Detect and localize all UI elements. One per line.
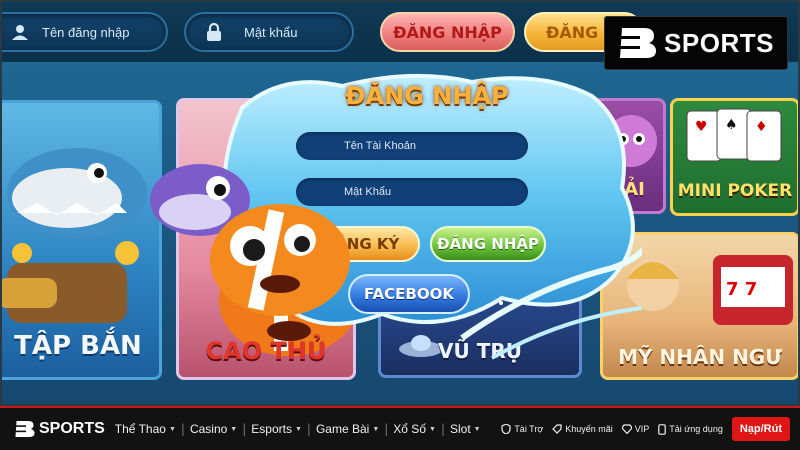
game-label: MINI POKER [677, 181, 793, 201]
login-button[interactable]: ĐĂNG NHẬP [430, 226, 546, 262]
svg-text:♥: ♥ [695, 119, 708, 135]
password-placeholder: Mật khẩu [244, 24, 298, 40]
phone-icon [658, 423, 667, 435]
fish-mascots [150, 164, 350, 316]
chevron-down-icon: ▼ [429, 425, 436, 433]
header-login-button[interactable]: ĐĂNG NHẬP [380, 12, 515, 52]
user-icon [10, 22, 30, 42]
nav-label: Casino [189, 422, 228, 436]
main-nav: Thể Thao ▼ | Casino ▼ | Esports ▼ | Game Bà… [115, 422, 481, 436]
lock-icon [204, 22, 224, 42]
modal-title: ĐĂNG NHẬP [345, 82, 509, 110]
deposit-withdraw-button[interactable]: Nạp/Rút [731, 417, 790, 441]
footer-logo-name: SPORTS [39, 420, 105, 437]
svg-text:7 7: 7 7 [726, 279, 757, 300]
nav-item-game-bai[interactable]: Game Bài ▼ [316, 422, 379, 436]
b-logo-icon [618, 28, 657, 58]
chevron-down-icon: ▼ [473, 425, 481, 433]
username-input[interactable]: Tên đăng nhập [0, 12, 168, 52]
right-links: Tài Trợ Khuyến mãi VIP Tải ứng dụng Nạp/… [501, 408, 790, 450]
nav-item-xo-so[interactable]: Xổ Số ▼ [393, 422, 436, 436]
facebook-login-button[interactable]: FACEBOOK [348, 274, 470, 314]
chevron-down-icon: ▼ [372, 425, 380, 433]
bottom-nav-bar: SPORTS Thể Thao ▼ | Casino ▼ | Esports ▼ | … [0, 406, 800, 450]
nav-separator: | [180, 422, 185, 436]
link-tai-tro[interactable]: Tài Trợ [501, 424, 543, 434]
chevron-down-icon: ▼ [294, 425, 302, 433]
password-input[interactable]: Mật khẩu [184, 12, 354, 52]
nav-label: Thể Thao [114, 422, 166, 436]
link-tai-ung-dung[interactable]: Tải ứng dụng [658, 423, 723, 435]
footer-logo[interactable]: SPORTS [14, 420, 105, 438]
svg-text:♠: ♠ [725, 117, 738, 133]
chevron-down-icon: ▼ [168, 425, 176, 433]
game-label: TẬP BẮN [14, 331, 142, 361]
nav-label: Game Bài [315, 422, 370, 436]
link-khuyen-mai[interactable]: Khuyến mãi [552, 424, 613, 434]
game-card-mini-poker[interactable]: ♥ ♠ ♦ MINI POKER [670, 98, 800, 216]
b-logo-icon [14, 421, 35, 437]
nav-separator: | [242, 422, 247, 436]
game-frame: TẬP BẮN CAO THỦ VŨ TRỤ HẢI ♥ ♠ ♦ MINI PO… [0, 0, 800, 406]
game-card-tap-ban[interactable]: TẬP BẮN [0, 100, 162, 380]
nav-label: Slot [449, 422, 471, 436]
link-label: Khuyến mãi [565, 424, 613, 434]
nav-label: Esports [251, 422, 292, 436]
nav-item-slot[interactable]: Slot ▼ [450, 422, 481, 436]
nav-item-esports[interactable]: Esports ▼ [251, 422, 302, 436]
shield-icon [501, 424, 511, 434]
link-label: Tài Trợ [514, 424, 544, 434]
nav-separator: | [306, 422, 311, 436]
tag-icon [552, 424, 562, 434]
link-vip[interactable]: VIP [621, 424, 650, 434]
username-placeholder: Tên đăng nhập [42, 24, 130, 40]
link-label: Tải ứng dụng [669, 424, 723, 434]
svg-text:♦: ♦ [755, 119, 768, 135]
chevron-down-icon: ▼ [230, 425, 238, 433]
brand-logo: SPORTS [604, 16, 788, 70]
nav-label: Xổ Số [393, 422, 426, 436]
diamond-icon [621, 424, 632, 434]
nav-separator: | [384, 422, 389, 436]
brand-name: SPORTS [664, 27, 774, 58]
nav-item-casino[interactable]: Casino ▼ [190, 422, 237, 436]
link-label: VIP [634, 424, 650, 434]
nav-separator: | [440, 422, 445, 436]
nav-item-the-thao[interactable]: Thể Thao ▼ [115, 422, 176, 436]
